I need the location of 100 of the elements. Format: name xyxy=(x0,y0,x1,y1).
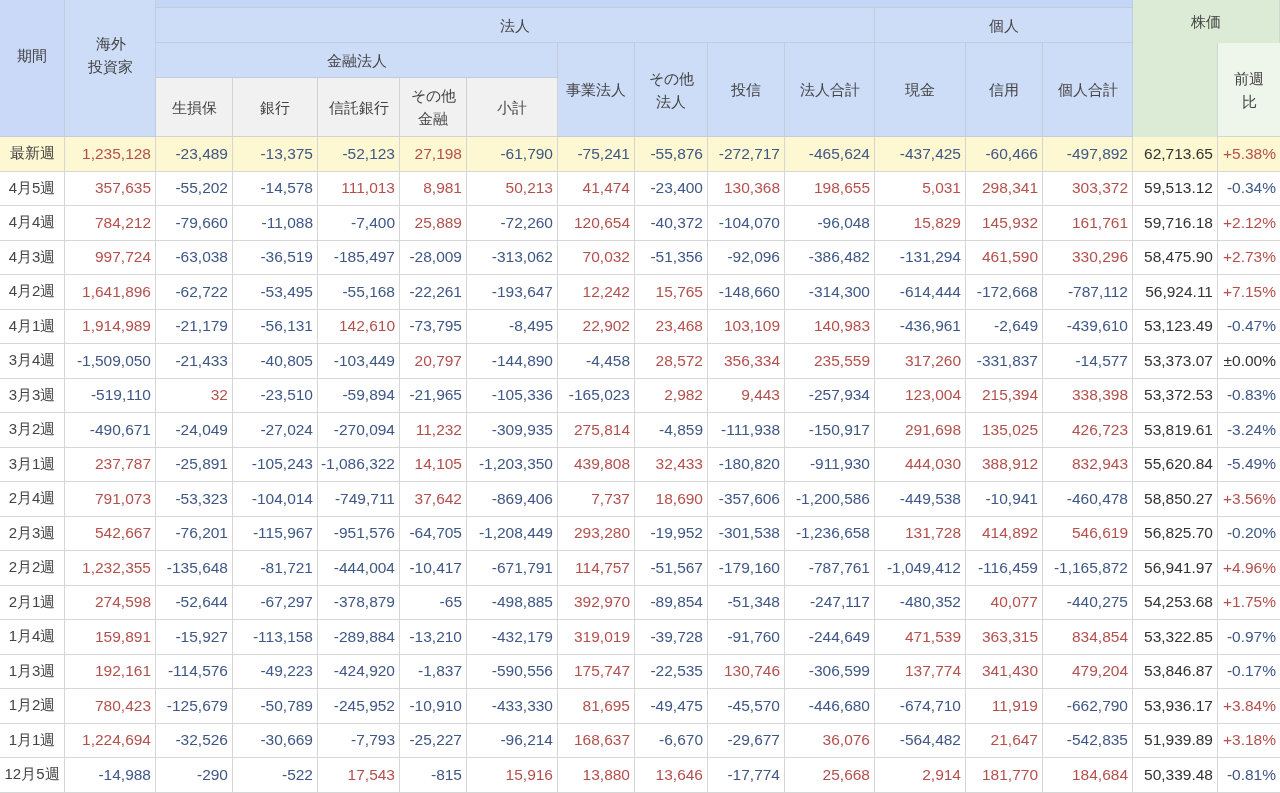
table-cell: -13,210 xyxy=(400,620,467,655)
table-cell: -15,927 xyxy=(156,620,233,655)
table-cell: +3.84% xyxy=(1218,689,1280,724)
table-cell: 11,919 xyxy=(966,689,1043,724)
table-cell: 184,684 xyxy=(1043,758,1133,793)
column-header: 小計 xyxy=(467,78,558,137)
table-cell: 1,235,128 xyxy=(65,137,156,172)
row-label: 1月2週 xyxy=(0,689,65,724)
table-cell: -91,760 xyxy=(708,620,785,655)
table-cell: -21,433 xyxy=(156,344,233,379)
table-cell: -671,791 xyxy=(467,551,558,586)
table-cell: -60,466 xyxy=(966,137,1043,172)
table-cell: +5.38% xyxy=(1218,137,1280,172)
table-cell: 25,889 xyxy=(400,206,467,241)
table-cell: 317,260 xyxy=(875,344,966,379)
table-cell: 13,880 xyxy=(558,758,635,793)
table-cell: 161,761 xyxy=(1043,206,1133,241)
table-cell: -314,300 xyxy=(785,275,875,310)
table-cell: -193,647 xyxy=(467,275,558,310)
column-header: 期間 xyxy=(0,0,65,137)
table-cell: -53,323 xyxy=(156,482,233,517)
table-cell: -357,606 xyxy=(708,482,785,517)
table-cell: -125,679 xyxy=(156,689,233,724)
table-cell: -61,790 xyxy=(467,137,558,172)
table-cell: -309,935 xyxy=(467,413,558,448)
column-group-header: 金融法人 xyxy=(156,43,558,78)
table-cell: -75,241 xyxy=(558,137,635,172)
table-cell: 53,936.17 xyxy=(1133,689,1218,724)
table-cell: -14,988 xyxy=(65,758,156,793)
table-cell: -1,200,586 xyxy=(785,482,875,517)
table-cell: -490,671 xyxy=(65,413,156,448)
table-cell: ±0.00% xyxy=(1218,344,1280,379)
table-cell: 235,559 xyxy=(785,344,875,379)
table-cell: -52,123 xyxy=(318,137,400,172)
column-header: 個人合計 xyxy=(1043,43,1133,137)
table-cell: -0.81% xyxy=(1218,758,1280,793)
table-cell: 81,695 xyxy=(558,689,635,724)
table-cell: 784,212 xyxy=(65,206,156,241)
table-cell: +3.56% xyxy=(1218,482,1280,517)
table-cell: 114,757 xyxy=(558,551,635,586)
table-cell: -14,577 xyxy=(1043,344,1133,379)
table-cell: 17,543 xyxy=(318,758,400,793)
table-cell: -289,884 xyxy=(318,620,400,655)
table-cell: -104,014 xyxy=(233,482,318,517)
table-cell: -497,892 xyxy=(1043,137,1133,172)
table-cell: 53,322.85 xyxy=(1133,620,1218,655)
table-cell: -244,649 xyxy=(785,620,875,655)
table-cell: 426,723 xyxy=(1043,413,1133,448)
column-header: 信託銀行 xyxy=(318,78,400,137)
table-cell: 15,916 xyxy=(467,758,558,793)
table-cell: -3.24% xyxy=(1218,413,1280,448)
table-cell: 1,232,355 xyxy=(65,551,156,586)
table-cell: -444,004 xyxy=(318,551,400,586)
table-cell: 471,539 xyxy=(875,620,966,655)
table-cell: 834,854 xyxy=(1043,620,1133,655)
table-cell: 50,339.48 xyxy=(1133,758,1218,793)
table-cell: 181,770 xyxy=(966,758,1043,793)
table-cell: 120,654 xyxy=(558,206,635,241)
table-cell: -179,160 xyxy=(708,551,785,586)
table-cell: -437,425 xyxy=(875,137,966,172)
table-cell: -40,372 xyxy=(635,206,708,241)
table-cell: -55,168 xyxy=(318,275,400,310)
table-cell: -4,458 xyxy=(558,344,635,379)
table-cell: -17,774 xyxy=(708,758,785,793)
table-cell: -10,417 xyxy=(400,551,467,586)
table-cell: -22,261 xyxy=(400,275,467,310)
table-cell: -24,049 xyxy=(156,413,233,448)
table-cell: -522 xyxy=(233,758,318,793)
table-cell: -111,938 xyxy=(708,413,785,448)
column-header: 前週比 xyxy=(1218,43,1280,137)
table-cell: -81,721 xyxy=(233,551,318,586)
table-cell: -62,722 xyxy=(156,275,233,310)
table-cell: 12,242 xyxy=(558,275,635,310)
table-cell: 363,315 xyxy=(966,620,1043,655)
table-cell: 145,932 xyxy=(966,206,1043,241)
table-cell: 28,572 xyxy=(635,344,708,379)
table-cell: 7,737 xyxy=(558,482,635,517)
table-cell: 2,914 xyxy=(875,758,966,793)
row-label: 3月2週 xyxy=(0,413,65,448)
table-cell: -55,876 xyxy=(635,137,708,172)
table-cell: -7,400 xyxy=(318,206,400,241)
table-cell: -49,475 xyxy=(635,689,708,724)
table-cell: 291,698 xyxy=(875,413,966,448)
column-header: 事業法人 xyxy=(558,43,635,137)
table-cell: -150,917 xyxy=(785,413,875,448)
table-cell: 275,814 xyxy=(558,413,635,448)
table-cell: -270,094 xyxy=(318,413,400,448)
table-cell: -148,660 xyxy=(708,275,785,310)
row-label: 12月5週 xyxy=(0,758,65,793)
table-cell: 15,765 xyxy=(635,275,708,310)
table-cell: 159,891 xyxy=(65,620,156,655)
column-header: その他金融 xyxy=(400,78,467,137)
column-header: 信用 xyxy=(966,43,1043,137)
column-group-header: 個人 xyxy=(875,8,1133,43)
row-label: 4月4週 xyxy=(0,206,65,241)
table-cell: -869,406 xyxy=(467,482,558,517)
table-cell: -23,489 xyxy=(156,137,233,172)
table-cell: 356,334 xyxy=(708,344,785,379)
table-cell: -45,570 xyxy=(708,689,785,724)
table-cell: 27,198 xyxy=(400,137,467,172)
